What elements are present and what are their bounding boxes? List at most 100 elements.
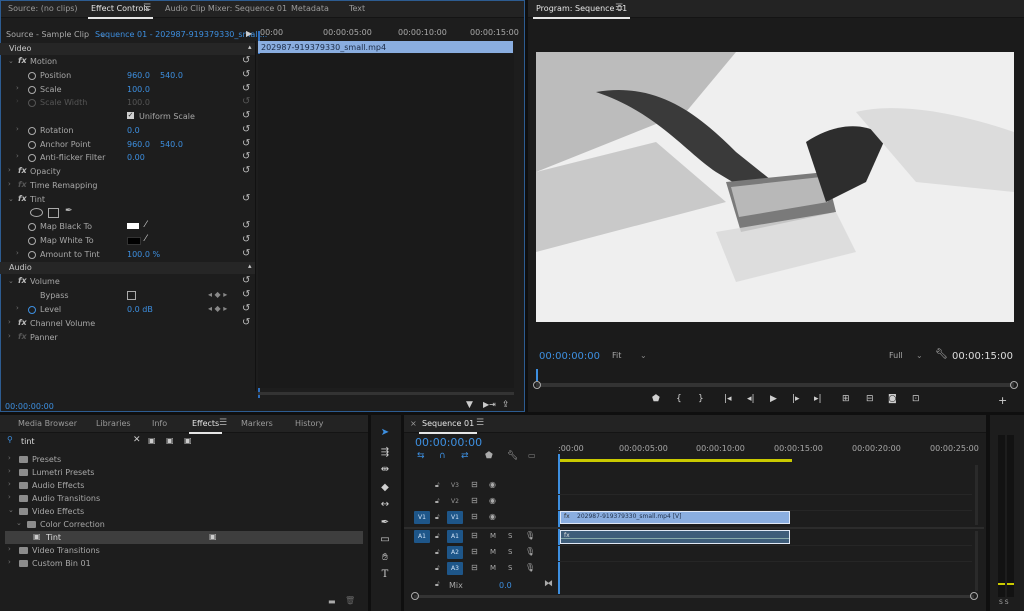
tab-markers[interactable]: Markers	[241, 419, 273, 428]
amount-to-tint-row[interactable]: › Amount to Tint 100.0 % ↺	[0, 248, 255, 261]
level-row[interactable]: › Level 0.0 dB ◂ ◆ ▸ ↺	[0, 303, 255, 316]
panel-menu-icon[interactable]: ☰	[476, 418, 484, 428]
search-input[interactable]: tint	[21, 437, 35, 446]
reset-icon[interactable]: ↺	[242, 124, 250, 135]
rotation-row[interactable]: › Rotation 0.0 ↺	[0, 124, 255, 137]
trash-icon[interactable]: 🗑︎	[345, 596, 355, 605]
tree-item-audio-effects[interactable]: › Audio Effects	[0, 479, 368, 492]
eyedropper-icon[interactable]: ⁄	[145, 234, 147, 244]
panel-menu-icon[interactable]: ☰	[615, 3, 623, 13]
chevron-right-icon[interactable]: ›	[8, 166, 11, 174]
chevron-down-icon[interactable]: ⌄	[16, 519, 22, 527]
source-patch-v[interactable]: V1	[414, 511, 430, 524]
tree-item-custom-bin[interactable]: › Custom Bin 01	[0, 557, 368, 570]
program-scrubber[interactable]	[536, 369, 1014, 384]
yuv-effects-icon[interactable]: ▣	[184, 436, 192, 445]
export-icon[interactable]: ⇪	[502, 400, 510, 410]
fit-dropdown[interactable]: Fit ⌄	[612, 351, 648, 360]
chevron-right-icon[interactable]: ›	[16, 125, 19, 133]
solo-button[interactable]: S	[508, 548, 512, 556]
chevron-right-icon[interactable]: ›	[8, 480, 11, 488]
bypass-checkbox[interactable]	[127, 291, 136, 300]
tree-item-tint[interactable]: ▣ Tint ▣	[5, 531, 363, 544]
track-label[interactable]: V1	[447, 511, 463, 524]
stopwatch-icon[interactable]	[28, 154, 36, 162]
keyframe-nav-icon[interactable]: ◂ ◆ ▸	[208, 304, 227, 313]
chevron-down-icon[interactable]: ⌄	[8, 506, 14, 514]
stopwatch-icon[interactable]	[28, 127, 36, 135]
microphone-icon[interactable]: 🎙︎	[525, 563, 535, 572]
lock-icon[interactable]: 🔓︎	[435, 564, 440, 573]
program-zoom-bar[interactable]	[533, 381, 1018, 389]
32bit-effects-icon[interactable]: ▣	[166, 436, 174, 445]
sync-lock-icon[interactable]: ⊟	[471, 496, 478, 505]
bypass-row[interactable]: Bypass ◂ ◆ ▸ ↺	[0, 289, 255, 302]
tab-text[interactable]: Text	[349, 4, 365, 13]
new-bin-icon[interactable]: ▬	[328, 597, 336, 606]
anti-flicker-value[interactable]: 0.00	[127, 153, 145, 162]
tab-media-browser[interactable]: Media Browser	[18, 419, 77, 428]
plus-icon[interactable]: +	[998, 394, 1007, 407]
mute-button[interactable]: M	[490, 564, 496, 572]
volume-row[interactable]: ⌄ fx Volume ↺	[0, 275, 255, 288]
audio-clip[interactable]: fx	[560, 530, 790, 544]
sync-lock-icon[interactable]: ⊟	[471, 512, 478, 521]
accelerated-effects-icon[interactable]: ▣	[148, 436, 156, 445]
razor-tool-icon[interactable]: ◆	[376, 482, 394, 493]
source-patch-a[interactable]: A1	[414, 530, 430, 543]
ec-clip-bar[interactable]: 202987-919379330_small.mp4	[258, 41, 513, 53]
hand-tool-icon[interactable]: ✋︎	[376, 552, 394, 563]
play-clip-icon[interactable]: ▶⇥	[483, 400, 496, 409]
tab-metadata[interactable]: Metadata	[291, 4, 329, 13]
go-to-in-icon[interactable]: |◂	[724, 394, 732, 404]
pen-tool-icon[interactable]: ✒	[376, 517, 394, 528]
mix-value[interactable]: 0.0	[499, 581, 512, 590]
solo-labels[interactable]: S S	[999, 599, 1009, 606]
microphone-icon[interactable]: 🎙︎	[525, 531, 535, 540]
solo-button[interactable]: S	[508, 532, 512, 540]
captions-icon[interactable]: ▭	[528, 451, 536, 460]
zoom-handle-left[interactable]	[411, 592, 419, 600]
reset-icon[interactable]: ↺	[242, 248, 250, 259]
lock-icon[interactable]: 🔓︎	[435, 481, 440, 490]
mark-in-icon[interactable]: {	[676, 394, 682, 404]
ec-ruler[interactable]: 00:00 00:00:05:00 00:00:10:00 00:00:15:0…	[258, 27, 519, 41]
track-label[interactable]: A1	[447, 530, 463, 543]
chevron-right-icon[interactable]: ›	[8, 318, 11, 326]
anchor-y[interactable]: 540.0	[160, 140, 183, 149]
video-clip[interactable]: fx 202987-919379330_small.mp4 [V]	[560, 511, 790, 524]
go-to-end-icon[interactable]: ⧓	[544, 579, 553, 589]
fx-icon[interactable]: fx	[18, 166, 27, 175]
eye-icon[interactable]: ◉	[489, 512, 496, 521]
lock-icon[interactable]: 🔓︎	[435, 497, 440, 506]
track-label[interactable]: A3	[447, 562, 463, 575]
close-icon[interactable]: ×	[410, 419, 417, 428]
sync-lock-icon[interactable]: ⊟	[471, 480, 478, 489]
chevron-right-icon[interactable]: ›	[8, 180, 11, 188]
track-label[interactable]: V3	[447, 479, 463, 492]
sync-lock-icon[interactable]: ⊟	[471, 531, 478, 540]
fx-icon[interactable]: fx	[18, 194, 27, 203]
chevron-right-icon[interactable]: ›	[16, 304, 19, 312]
stopwatch-icon[interactable]	[28, 237, 36, 245]
rectangle-tool-icon[interactable]: ▭	[376, 534, 394, 545]
chevron-down-icon[interactable]: ⌄	[8, 57, 14, 65]
snap-icon[interactable]: ∩	[439, 451, 446, 461]
reset-icon[interactable]: ↺	[242, 69, 250, 80]
zoom-handle-left[interactable]	[533, 381, 541, 389]
reset-icon[interactable]: ↺	[242, 55, 250, 66]
rotation-value[interactable]: 0.0	[127, 126, 140, 135]
effects-search-box[interactable]: ⚲ tint ✕	[5, 435, 141, 447]
add-marker-icon[interactable]: ⬟	[652, 394, 660, 404]
map-white-row[interactable]: Map White To ⁄ ↺	[0, 234, 255, 247]
rectangle-mask-icon[interactable]	[48, 208, 59, 218]
reset-icon[interactable]: ↺	[242, 138, 250, 149]
track-label[interactable]: A2	[447, 546, 463, 559]
tab-history[interactable]: History	[295, 419, 323, 428]
timeline-timecode[interactable]: 00:00:00:00	[415, 436, 482, 449]
reset-icon[interactable]: ↺	[242, 289, 250, 300]
lock-icon[interactable]: 🔓︎	[435, 548, 440, 557]
panel-menu-icon[interactable]: ☰	[143, 3, 151, 13]
tab-effects[interactable]: Effects	[188, 419, 223, 434]
type-tool-icon[interactable]: T	[376, 569, 394, 580]
